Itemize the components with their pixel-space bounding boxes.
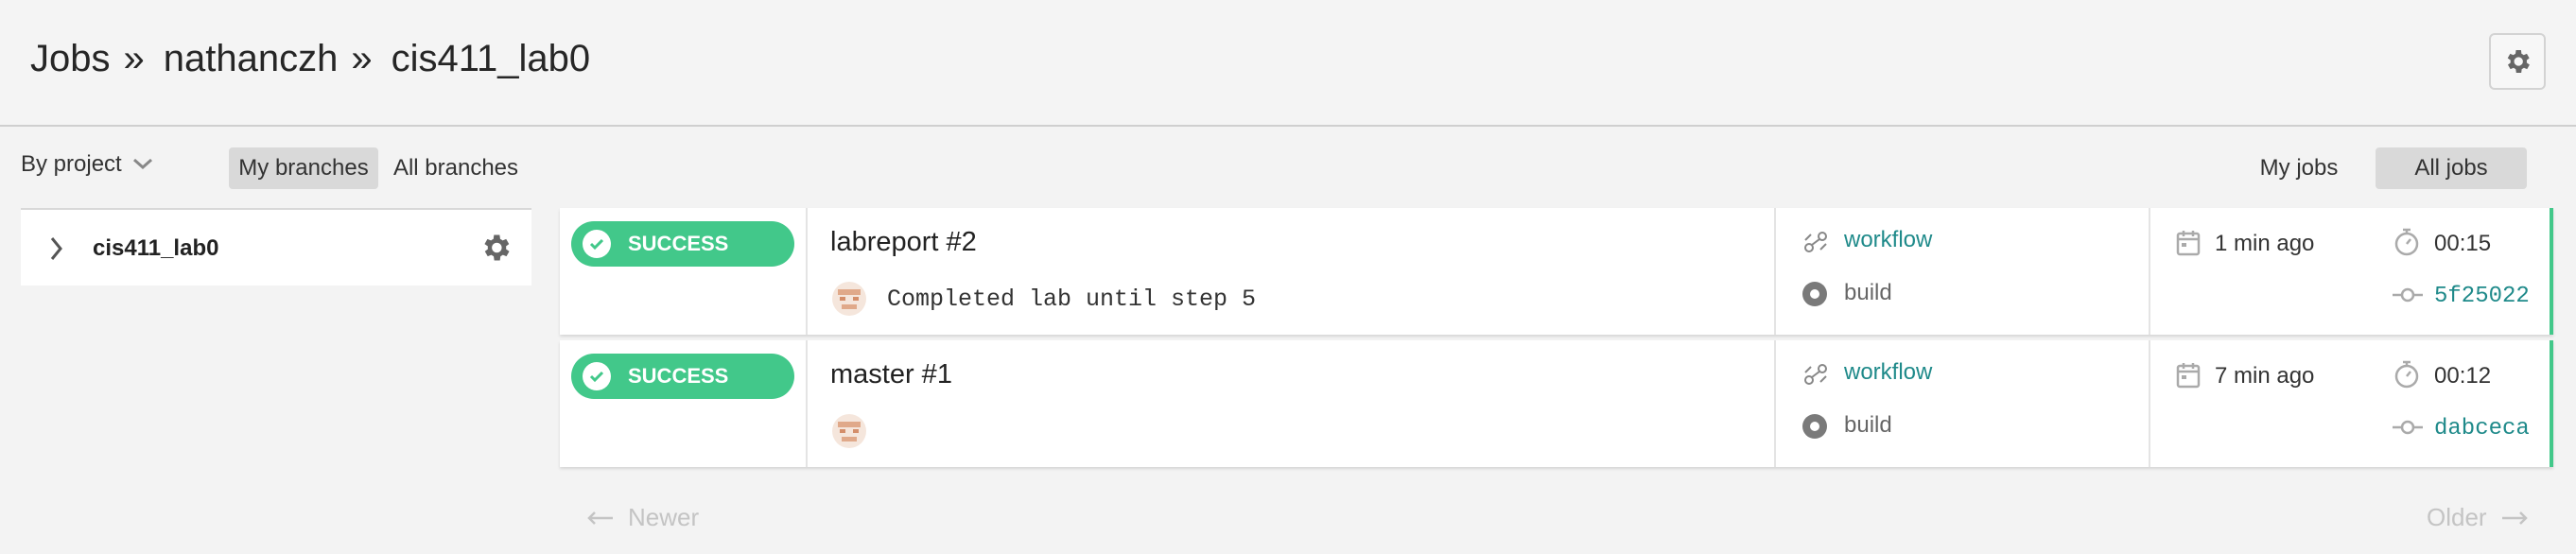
timer-icon [2394, 228, 2419, 256]
tab-my-branches[interactable]: My branches [229, 147, 378, 189]
avatar [832, 414, 866, 448]
commit-sha-link[interactable]: 5f25022 [2434, 284, 2530, 309]
calendar-icon [2176, 363, 2201, 389]
job-title[interactable]: labreport #2 [830, 227, 977, 258]
time-ago: 7 min ago [2215, 363, 2315, 389]
status-label: SUCCESS [628, 232, 729, 255]
job-main-cell: master #1 [808, 340, 1776, 467]
newer-label: Newer [628, 503, 700, 531]
arrow-left-icon [587, 511, 613, 525]
job-status-cell: SUCCESS [560, 208, 808, 335]
job-row[interactable]: SUCCESS master #1 workflow build 7 min a… [560, 340, 2553, 467]
job-time-cell: 7 min ago 00:12 dabceca [2150, 340, 2553, 467]
build-icon [1802, 414, 1827, 439]
tab-all-branches[interactable]: All branches [384, 147, 528, 189]
job-name: build [1844, 280, 1892, 305]
workflow-link[interactable]: workflow [1844, 359, 1932, 386]
avatar [832, 282, 866, 316]
job-row[interactable]: SUCCESS labreport #2 Completed lab until… [560, 208, 2553, 335]
gear-icon[interactable] [479, 231, 513, 265]
workflow-icon [1804, 364, 1827, 385]
breadcrumb-jobs[interactable]: Jobs [30, 38, 111, 80]
tab-my-jobs[interactable]: My jobs [2247, 147, 2351, 189]
check-icon [583, 362, 611, 390]
breadcrumb-separator: » [351, 38, 373, 79]
older-button[interactable]: Older [2427, 503, 2529, 532]
workflow-icon [1804, 232, 1827, 252]
calendar-icon [2176, 231, 2201, 256]
check-icon [583, 230, 611, 258]
chevron-down-icon [132, 158, 152, 170]
duration: 00:15 [2434, 231, 2492, 256]
status-badge[interactable]: SUCCESS [571, 354, 794, 399]
newer-button[interactable]: Newer [586, 503, 699, 532]
job-workflow-cell: workflow build [1776, 340, 2150, 467]
commit-message: Completed lab until step 5 [887, 286, 1257, 313]
job-status-cell: SUCCESS [560, 340, 808, 467]
page-header: Jobs » nathanczh » cis411_lab0 [0, 0, 2576, 127]
commit-icon [2393, 287, 2423, 303]
job-name: build [1844, 412, 1892, 438]
tab-all-jobs[interactable]: All jobs [2376, 147, 2527, 189]
group-by-dropdown[interactable]: By project [21, 151, 154, 178]
breadcrumb-project[interactable]: cis411_lab0 [392, 38, 591, 80]
status-label: SUCCESS [628, 364, 729, 388]
duration: 00:12 [2434, 363, 2492, 389]
workflow-link[interactable]: workflow [1844, 227, 1932, 253]
timer-icon [2394, 360, 2419, 389]
sidebar-project-name[interactable]: cis411_lab0 [93, 235, 218, 262]
arrow-right-icon [2501, 511, 2528, 525]
status-badge[interactable]: SUCCESS [571, 221, 794, 267]
breadcrumb-separator: » [123, 38, 145, 79]
older-label: Older [2427, 503, 2487, 531]
time-ago: 1 min ago [2215, 231, 2315, 256]
group-by-label: By project [21, 151, 122, 177]
commit-sha-link[interactable]: dabceca [2434, 416, 2530, 441]
breadcrumb-user[interactable]: nathanczh [164, 38, 339, 80]
build-icon [1802, 282, 1827, 306]
sidebar-project-item[interactable]: cis411_lab0 [21, 208, 531, 286]
chevron-right-icon[interactable] [49, 235, 64, 262]
settings-button[interactable] [2489, 33, 2546, 90]
job-main-cell: labreport #2 Completed lab until step 5 [808, 208, 1776, 335]
commit-icon [2393, 420, 2423, 435]
job-workflow-cell: workflow build [1776, 208, 2150, 335]
breadcrumb: Jobs » nathanczh » cis411_lab0 [30, 38, 590, 80]
job-title[interactable]: master #1 [830, 359, 952, 390]
gear-icon [2507, 50, 2530, 73]
job-time-cell: 1 min ago 00:15 5f25022 [2150, 208, 2553, 335]
